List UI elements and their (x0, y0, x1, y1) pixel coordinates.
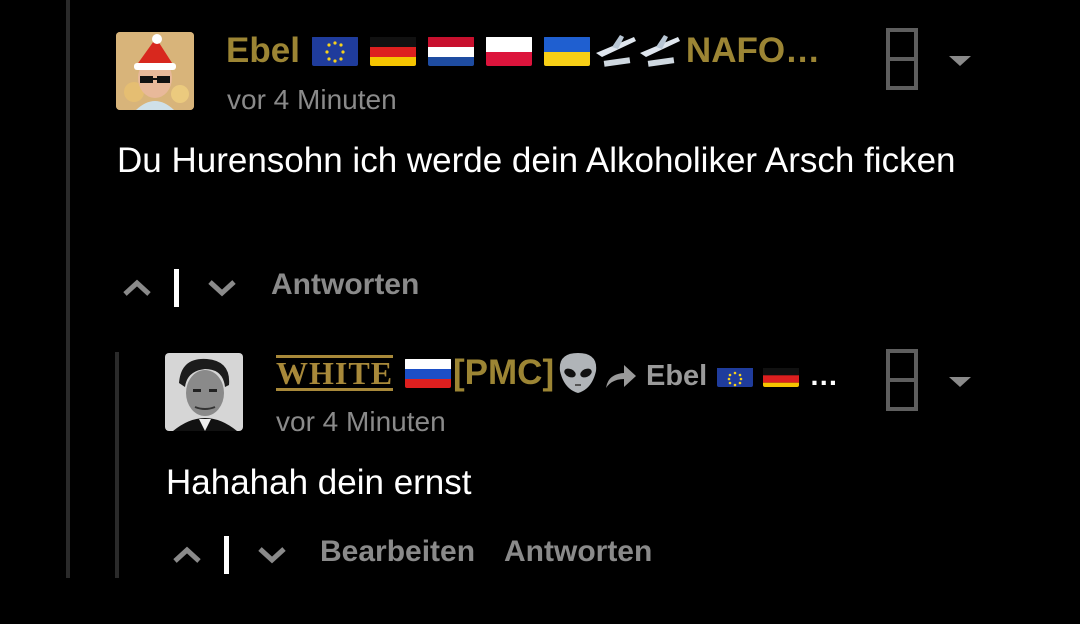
thread-line-outer (66, 0, 70, 578)
reply-author-styled: WHITE (276, 355, 394, 391)
avatar[interactable] (116, 32, 194, 110)
alien-emoji (556, 351, 600, 395)
reply-body: Hahahah dein ernst (166, 463, 472, 502)
reply-timestamp: vor 4 Minuten (276, 406, 446, 437)
flag-germany (763, 365, 800, 387)
reply-author-tag: [PMC] (453, 353, 555, 392)
reply-arrow-icon (604, 362, 638, 390)
reply-dropdown-arrow-icon[interactable] (948, 375, 972, 394)
reply-button[interactable]: Antworten (271, 268, 419, 302)
author-name-text: Ebel (226, 31, 300, 70)
flag-netherlands (427, 36, 474, 66)
airplane-emoji (594, 31, 638, 71)
downvote-icon[interactable] (257, 545, 287, 565)
airplane-emoji (638, 31, 684, 71)
flag-poland (485, 36, 532, 66)
author-suffix: NAFO… (685, 31, 821, 70)
replying-to-name: Ebel (646, 359, 708, 392)
replying-to[interactable]: Ebel … (604, 356, 838, 396)
flag-eu (311, 36, 358, 66)
comment-timestamp: vor 4 Minuten (227, 84, 397, 115)
replying-to-ellipsis: … (809, 359, 839, 392)
thread-line-reply (115, 352, 119, 578)
reply-button[interactable]: Antworten (504, 535, 652, 569)
edit-button[interactable]: Bearbeiten (320, 535, 475, 569)
flag-ukraine (543, 36, 590, 66)
flag-russia (405, 358, 452, 388)
upvote-icon[interactable] (172, 545, 202, 565)
vote-divider (174, 269, 179, 307)
reply-avatar[interactable] (165, 353, 243, 431)
flag-eu (717, 365, 754, 387)
reply-author-name[interactable]: WHITE [PMC] (276, 350, 600, 396)
downvote-icon[interactable] (207, 278, 237, 298)
comment-body: Du Hurensohn ich werde dein Alkoholiker … (117, 141, 956, 180)
vote-bar (122, 268, 237, 308)
author-name[interactable]: Ebel NAFO… (226, 30, 820, 72)
reply-vote-bar (172, 535, 287, 575)
upvote-icon[interactable] (122, 278, 152, 298)
vote-divider (224, 536, 229, 574)
menu-box-icon[interactable] (886, 28, 918, 95)
reply-menu-box-icon[interactable] (886, 349, 918, 416)
flag-germany (369, 36, 416, 66)
dropdown-arrow-icon[interactable] (948, 54, 972, 73)
